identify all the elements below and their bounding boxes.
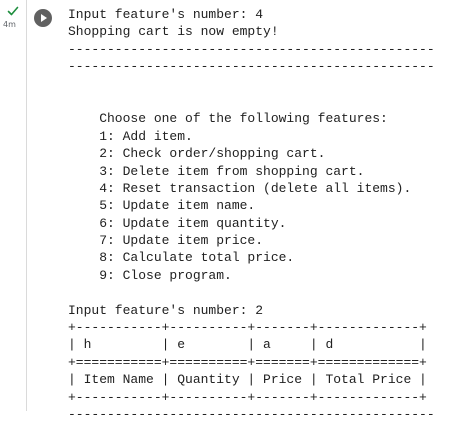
output-line: Input feature's number: 2 xyxy=(68,302,264,318)
output-line: 2: Check order/shopping cart. xyxy=(68,146,326,162)
output-line: Shopping cart is now empty! xyxy=(68,24,279,40)
output-line: | Item Name | Quantity | Price | Total P… xyxy=(68,372,427,388)
cell-gutter: 4m xyxy=(0,0,27,411)
output-line: 8: Calculate total price. xyxy=(68,250,295,266)
play-icon xyxy=(41,14,47,22)
output-line: 9: Close program. xyxy=(68,267,232,283)
output-line: | h | e | a | d | xyxy=(68,337,427,353)
cell-output: Input feature's number: 4 Shopping cart i… xyxy=(68,6,444,423)
output-line: 6: Update item quantity. xyxy=(68,215,287,231)
run-cell-button[interactable] xyxy=(34,9,52,27)
output-line: ----------------------------------------… xyxy=(68,59,435,75)
output-line: 7: Update item price. xyxy=(68,233,264,249)
check-icon xyxy=(7,6,19,16)
output-line: +===========+==========+=======+========… xyxy=(68,354,427,370)
output-line: ----------------------------------------… xyxy=(68,406,435,422)
output-line: 4: Reset transaction (delete all items). xyxy=(68,180,412,196)
output-line: Choose one of the following features: xyxy=(68,111,388,127)
output-line: 1: Add item. xyxy=(68,128,193,144)
output-line: 3: Delete item from shopping cart. xyxy=(68,163,365,179)
execution-time: 4m xyxy=(3,20,16,29)
output-line: +-----------+----------+-------+--------… xyxy=(68,389,427,405)
output-line: ----------------------------------------… xyxy=(68,41,435,57)
output-line: Input feature's number: 4 xyxy=(68,7,264,22)
output-line: +-----------+----------+-------+--------… xyxy=(68,320,427,336)
notebook-cell: 4m Input feature's number: 4 Shopping car… xyxy=(0,0,451,422)
output-line: 5: Update item name. xyxy=(68,198,256,214)
